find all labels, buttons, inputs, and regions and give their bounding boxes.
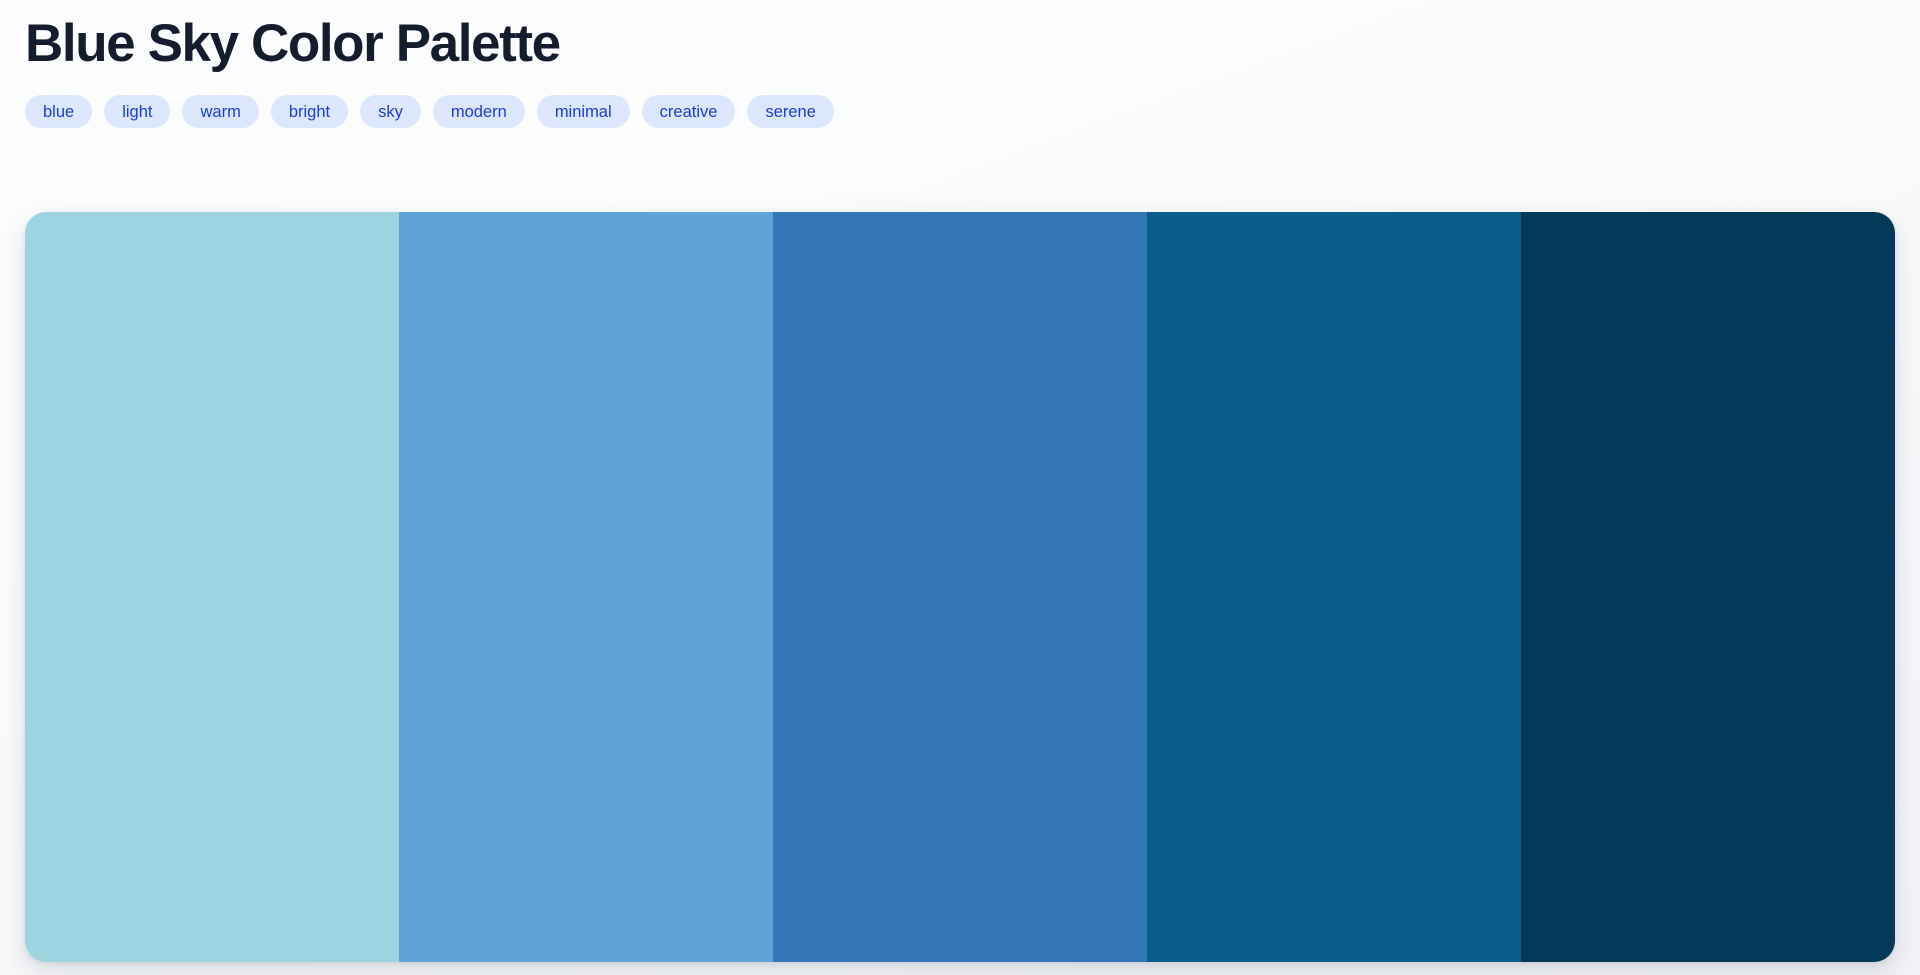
page-header: Blue Sky Color Palette blue light warm brig… — [25, 14, 1895, 129]
tag-pill-modern[interactable]: modern — [432, 95, 525, 129]
tag-pill-bright[interactable]: bright — [270, 95, 349, 129]
tag-pill-blue[interactable]: blue — [25, 95, 93, 129]
tag-pill-serene[interactable]: serene — [747, 95, 834, 129]
page-title: Blue Sky Color Palette — [25, 14, 561, 73]
tag-pill-creative[interactable]: creative — [641, 95, 736, 129]
color-swatch-5[interactable] — [1521, 212, 1895, 962]
tag-pill-light[interactable]: light — [104, 95, 171, 129]
color-palette-card — [25, 212, 1895, 962]
color-swatch-2[interactable] — [399, 212, 773, 962]
tag-pill-minimal[interactable]: minimal — [536, 95, 630, 129]
tag-pill-warm[interactable]: warm — [182, 95, 259, 129]
tag-list: blue light warm bright sky modern minimal creat… — [25, 95, 1895, 129]
tag-pill-sky[interactable]: sky — [360, 95, 421, 129]
palette-page: Blue Sky Color Palette blue light warm brig… — [0, 0, 1920, 975]
color-swatch-3[interactable] — [773, 212, 1147, 962]
color-swatch-1[interactable] — [25, 212, 399, 962]
color-swatch-4[interactable] — [1147, 212, 1521, 962]
